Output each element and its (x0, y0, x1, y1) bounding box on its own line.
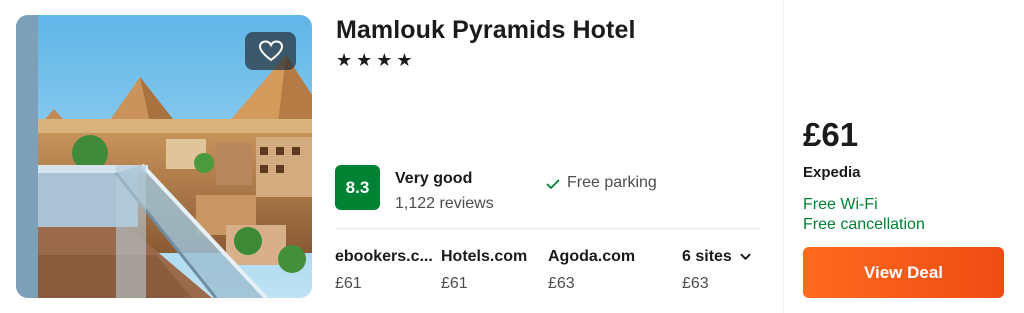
hotel-info: Mamlouk Pyramids Hotel ★★★★ 8.3 Very goo… (335, 0, 761, 313)
more-sites-label-row: 6 sites (682, 248, 761, 266)
site-offer-agoda[interactable]: Agoda.com £63 (548, 248, 658, 293)
favorite-button[interactable] (245, 32, 296, 70)
perk-free-wifi: Free Wi-Fi (803, 196, 878, 213)
panel-divider (783, 0, 784, 313)
site-name: ebookers.c... (335, 248, 433, 265)
rating-label: Very good (395, 170, 473, 187)
site-offer-hotels-com[interactable]: Hotels.com £61 (441, 248, 541, 293)
site-price: £61 (335, 275, 362, 292)
rating-score-badge: 8.3 (335, 165, 380, 210)
view-deal-button[interactable]: View Deal (803, 247, 1004, 298)
star-rating: ★★★★ (336, 50, 417, 71)
chevron-down-icon (740, 253, 751, 260)
check-icon (546, 179, 560, 189)
deal-price: £61 (803, 116, 859, 153)
site-price: £61 (441, 275, 468, 292)
site-name: Agoda.com (548, 248, 636, 265)
more-sites-price: £63 (682, 275, 709, 292)
divider (335, 228, 761, 229)
deal-provider: Expedia (803, 164, 861, 181)
deal-panel: £61 Expedia Free Wi-Fi Free cancellation… (803, 0, 1008, 313)
site-price: £63 (548, 275, 575, 292)
amenity-label: Free parking (567, 173, 657, 191)
more-sites-label: 6 sites (682, 248, 732, 265)
site-offer-ebookers[interactable]: ebookers.c... £61 (335, 248, 437, 293)
review-count[interactable]: 1,122 reviews (395, 195, 494, 213)
hotel-name[interactable]: Mamlouk Pyramids Hotel (336, 16, 636, 45)
perk-free-cancellation: Free cancellation (803, 216, 925, 233)
more-sites-dropdown[interactable]: 6 sites £63 (682, 248, 761, 293)
heart-outline-icon (258, 40, 283, 62)
site-name: Hotels.com (441, 248, 528, 265)
hotel-result-card: Mamlouk Pyramids Hotel ★★★★ 8.3 Very goo… (0, 0, 1024, 313)
amenity-free-parking: Free parking (545, 173, 657, 192)
